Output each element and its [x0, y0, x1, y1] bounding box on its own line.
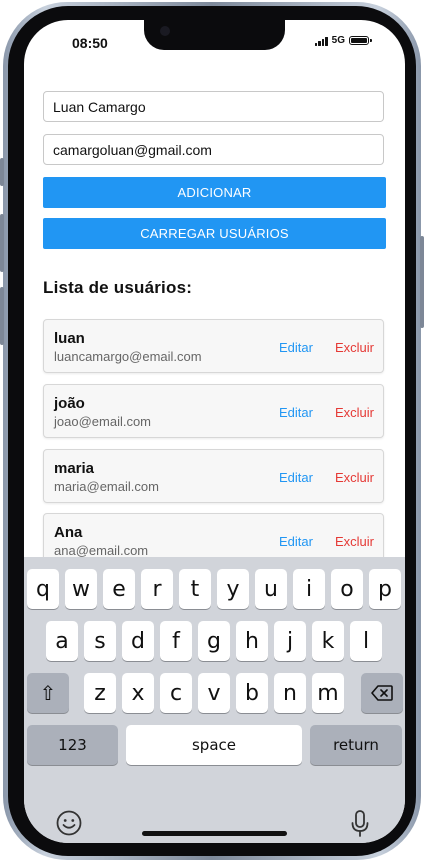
user-name: luan [54, 330, 85, 347]
key-g[interactable]: g [198, 621, 230, 661]
volume-down-button [0, 287, 4, 345]
add-button[interactable]: ADICIONAR [43, 177, 386, 208]
key-m[interactable]: m [312, 673, 344, 713]
key-o[interactable]: o [331, 569, 363, 609]
status-indicators: 5G [314, 35, 372, 46]
user-name: maria [54, 460, 95, 477]
battery-icon [349, 36, 372, 45]
key-d[interactable]: d [122, 621, 154, 661]
key-s[interactable]: s [84, 621, 116, 661]
shift-icon: ⇧ [39, 681, 57, 705]
key-l[interactable]: l [350, 621, 382, 661]
network-label: 5G [331, 35, 345, 46]
microphone-icon[interactable] [346, 809, 374, 839]
backspace-key[interactable] [361, 673, 403, 713]
space-key[interactable]: space [126, 725, 302, 765]
name-input[interactable] [43, 91, 384, 122]
silent-switch [0, 158, 4, 186]
signal-icon [314, 36, 328, 46]
user-name: joão [54, 395, 85, 412]
load-users-button[interactable]: CARREGAR USUÁRIOS [43, 218, 386, 249]
key-e[interactable]: e [103, 569, 135, 609]
power-button [420, 236, 424, 328]
key-h[interactable]: h [236, 621, 268, 661]
key-x[interactable]: x [122, 673, 154, 713]
shift-key[interactable]: ⇧ [27, 673, 69, 713]
key-y[interactable]: y [217, 569, 249, 609]
camera-icon [160, 26, 170, 36]
key-c[interactable]: c [160, 673, 192, 713]
delete-button[interactable]: Excluir [335, 340, 374, 355]
key-v[interactable]: v [198, 673, 230, 713]
home-indicator [142, 831, 287, 836]
key-a[interactable]: a [46, 621, 78, 661]
user-email: joao@email.com [54, 414, 152, 429]
edit-button[interactable]: Editar [279, 470, 313, 485]
key-b[interactable]: b [236, 673, 268, 713]
return-key[interactable]: return [310, 725, 402, 765]
key-q[interactable]: q [27, 569, 59, 609]
key-f[interactable]: f [160, 621, 192, 661]
user-card: luan luancamargo@email.com Editar Exclui… [43, 319, 384, 373]
key-i[interactable]: i [293, 569, 325, 609]
backspace-icon [371, 685, 393, 701]
key-t[interactable]: t [179, 569, 211, 609]
volume-up-button [0, 214, 4, 272]
key-r[interactable]: r [141, 569, 173, 609]
list-title: Lista de usuários: [43, 278, 193, 297]
emoji-icon[interactable] [55, 809, 83, 837]
key-j[interactable]: j [274, 621, 306, 661]
delete-button[interactable]: Excluir [335, 470, 374, 485]
status-time: 08:50 [72, 35, 108, 51]
user-email: maria@email.com [54, 479, 159, 494]
edit-button[interactable]: Editar [279, 340, 313, 355]
delete-button[interactable]: Excluir [335, 534, 374, 549]
key-u[interactable]: u [255, 569, 287, 609]
email-input[interactable] [43, 134, 384, 165]
key-n[interactable]: n [274, 673, 306, 713]
user-name: Ana [54, 524, 83, 541]
key-k[interactable]: k [312, 621, 344, 661]
edit-button[interactable]: Editar [279, 405, 313, 420]
screen: 08:50 5G ADICIONAR CARREGAR USUÁRIOS Lis… [24, 20, 405, 843]
notch [144, 20, 285, 50]
user-email: ana@email.com [54, 543, 149, 558]
key-z[interactable]: z [84, 673, 116, 713]
user-email: luancamargo@email.com [54, 349, 202, 364]
edit-button[interactable]: Editar [279, 534, 313, 549]
key-w[interactable]: w [65, 569, 97, 609]
key-p[interactable]: p [369, 569, 401, 609]
user-card: maria maria@email.com Editar Excluir [43, 449, 384, 503]
user-card: joão joao@email.com Editar Excluir [43, 384, 384, 438]
delete-button[interactable]: Excluir [335, 405, 374, 420]
numbers-key[interactable]: 123 [27, 725, 118, 765]
keyboard: qwertyuiop asdfghjkl zxcvbnm ⇧ 123 space… [24, 557, 405, 843]
